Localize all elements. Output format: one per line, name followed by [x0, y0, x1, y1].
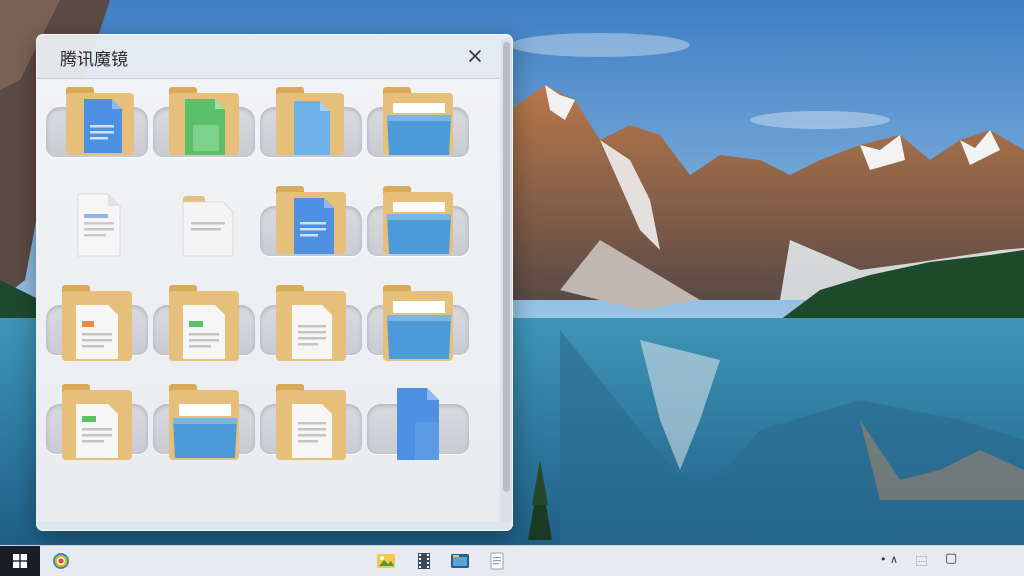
- folder-doc-lightblue-icon: [276, 87, 344, 155]
- windows-logo-icon: [13, 554, 27, 568]
- close-icon: [469, 50, 481, 62]
- tray-dot: •: [880, 553, 887, 566]
- grid-item[interactable]: [365, 184, 471, 271]
- folder-open-blue-icon: [383, 186, 453, 254]
- grid-item[interactable]: [258, 283, 364, 370]
- gallery-icon: [377, 554, 395, 568]
- folder-open-blue-icon: [169, 384, 239, 460]
- grid-item[interactable]: [151, 184, 257, 271]
- folder-doc-blue-icon: [276, 186, 346, 254]
- app-window: 腾讯魔镜: [36, 34, 513, 531]
- grid-item[interactable]: [151, 382, 257, 469]
- folder-doc-gray-icon: [276, 285, 346, 361]
- window-title: 腾讯魔镜: [60, 50, 128, 70]
- grid-item[interactable]: [365, 382, 471, 469]
- grid-item[interactable]: [151, 283, 257, 370]
- tray-overflow-chevron[interactable]: ∧: [890, 553, 898, 566]
- folder-doc-green-icon: [169, 87, 239, 155]
- folder-open-blue-icon: [383, 285, 453, 361]
- browser-icon: [53, 553, 69, 569]
- ime-indicator[interactable]: ⿱: [916, 553, 927, 569]
- grid-item[interactable]: [258, 382, 364, 469]
- taskbar: • ∧ ⿱ ▢: [0, 545, 1024, 576]
- vertical-scrollbar[interactable]: [501, 38, 512, 523]
- browser-button[interactable]: [50, 550, 72, 572]
- film-icon: [418, 553, 430, 569]
- folder-app-button[interactable]: [449, 550, 471, 572]
- grid-item[interactable]: [365, 85, 471, 172]
- scrollbar-thumb[interactable]: [503, 42, 510, 492]
- document-icon: [77, 193, 121, 257]
- grid-item[interactable]: [151, 85, 257, 172]
- blue-document-icon: [397, 388, 439, 460]
- grid-item[interactable]: [44, 85, 150, 172]
- show-desktop-button[interactable]: ▢: [945, 551, 957, 566]
- folder-app-icon: [451, 554, 469, 568]
- start-button[interactable]: [0, 546, 40, 576]
- folder-doc-gray-icon: [276, 384, 346, 460]
- grid-item[interactable]: [44, 283, 150, 370]
- folder-doc-green-icon: [62, 384, 132, 460]
- window-titlebar: 腾讯魔镜: [36, 34, 499, 79]
- folder-open-blue-icon: [383, 87, 453, 155]
- grid-item[interactable]: [44, 382, 150, 469]
- document-small-icon: [182, 196, 234, 257]
- grid-item[interactable]: [365, 283, 471, 370]
- film-button[interactable]: [413, 550, 435, 572]
- notepad-button[interactable]: [486, 550, 508, 572]
- icon-grid-area: [36, 79, 499, 521]
- grid-item[interactable]: [258, 85, 364, 172]
- folder-doc-orange-icon: [62, 285, 132, 361]
- grid-item[interactable]: [258, 184, 364, 271]
- icon-grid: [44, 85, 471, 469]
- folder-doc-green-icon: [169, 285, 239, 361]
- notepad-icon: [490, 552, 504, 570]
- grid-item[interactable]: [44, 184, 150, 271]
- gallery-button[interactable]: [375, 550, 397, 572]
- close-button[interactable]: [461, 42, 489, 70]
- folder-doc-blue-icon: [66, 87, 134, 155]
